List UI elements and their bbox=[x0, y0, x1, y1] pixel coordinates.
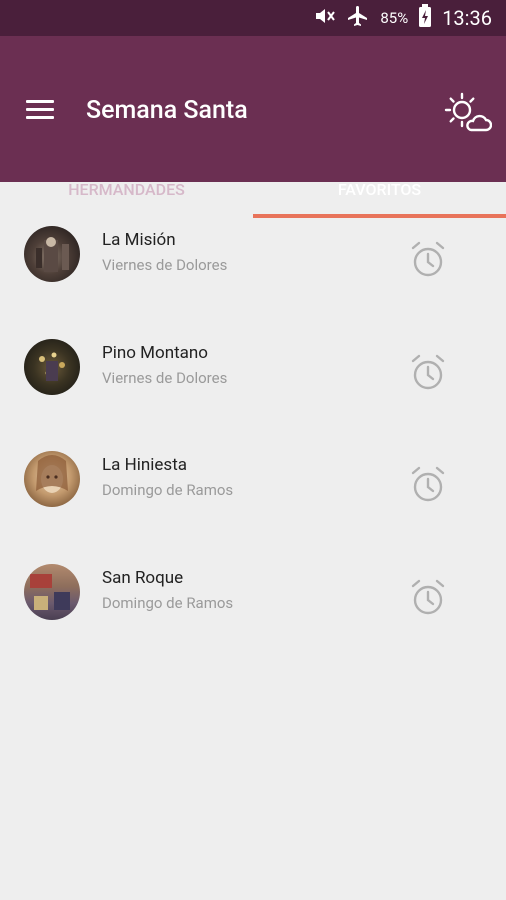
tab-label: HERMANDADES bbox=[68, 179, 185, 199]
list-item-day: Viernes de Dolores bbox=[102, 368, 228, 387]
avatar bbox=[24, 451, 80, 507]
list-item[interactable]: La Misión Viernes de Dolores bbox=[0, 198, 506, 311]
list-item-name: La Misión bbox=[102, 230, 176, 250]
mute-icon bbox=[312, 4, 336, 32]
favorites-list: La Misión Viernes de Dolores Pino Montan… bbox=[0, 198, 506, 648]
airplane-icon bbox=[346, 4, 370, 32]
tab-label: FAVORITOS bbox=[337, 179, 422, 199]
list-item-name: San Roque bbox=[102, 567, 184, 588]
avatar bbox=[24, 563, 80, 620]
list-item-day: Domingo de Ramos bbox=[102, 593, 234, 612]
battery-percent: 85% bbox=[380, 9, 409, 27]
alarm-clock-icon[interactable] bbox=[408, 578, 448, 618]
weather-sun-cloud-icon[interactable] bbox=[444, 92, 493, 136]
app-bar: Semana Santa HERMANDADES FAVORITOS bbox=[0, 36, 506, 218]
status-bar: 85% 13:36 bbox=[0, 0, 506, 36]
clock: 13:36 bbox=[442, 6, 492, 30]
page-title: Semana Santa bbox=[86, 96, 248, 125]
alarm-clock-icon[interactable] bbox=[408, 353, 448, 393]
list-item[interactable]: Pino Montano Viernes de Dolores bbox=[0, 311, 506, 424]
list-item[interactable]: San Roque Domingo de Ramos bbox=[0, 536, 506, 649]
alarm-clock-icon[interactable] bbox=[408, 465, 448, 505]
list-item-day: Domingo de Ramos bbox=[102, 481, 234, 499]
hamburger-menu-icon[interactable] bbox=[26, 100, 54, 122]
list-item-name: Pino Montano bbox=[102, 342, 208, 363]
list-item-name: La Hiniesta bbox=[102, 455, 187, 475]
avatar bbox=[24, 226, 80, 282]
battery-charging-icon bbox=[418, 4, 432, 32]
alarm-clock-icon[interactable] bbox=[408, 240, 448, 280]
list-item-day: Viernes de Dolores bbox=[102, 256, 228, 274]
list-item[interactable]: La Hiniesta Domingo de Ramos bbox=[0, 423, 506, 536]
avatar bbox=[24, 338, 80, 395]
